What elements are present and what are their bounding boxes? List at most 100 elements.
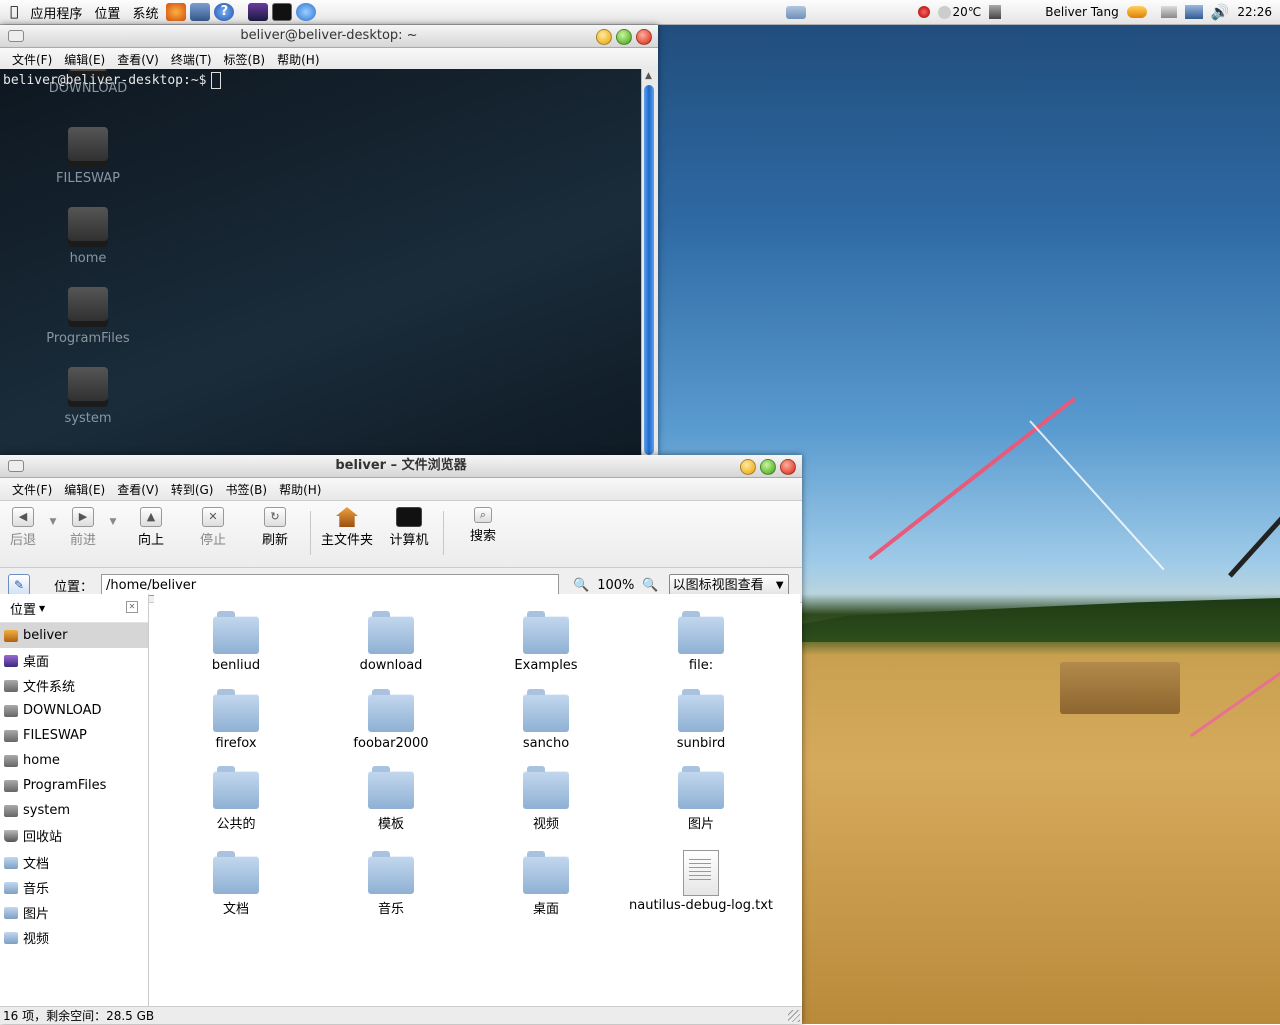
close-button[interactable] [636,29,652,45]
menu-view[interactable]: 查看(V) [117,51,159,68]
file-item[interactable]: 视频 [476,766,616,832]
file-item[interactable]: 文档 [166,851,306,917]
file-item[interactable]: firefox [166,689,306,751]
maximize-button[interactable] [760,459,776,475]
menu-tabs[interactable]: 标签(B) [224,51,266,68]
view-mode-select[interactable]: 以图标视图查看 ▼ [668,574,789,596]
panel-menu-applications[interactable]: 应用程序 [30,3,82,22]
menu-edit[interactable]: 编辑(E) [64,51,105,68]
sidebar-item-pictures[interactable]: 图片 [0,900,148,925]
window-menu-icon[interactable] [8,30,24,42]
home-folder-button[interactable]: 主文件夹 [315,501,379,548]
back-history-dropdown[interactable]: ▼ [46,501,60,527]
close-sidebar-icon[interactable]: ✕ [126,601,138,613]
firefox-launcher-icon[interactable] [166,3,187,21]
terminal-output[interactable]: DOWNLOAD FILESWAP home ProgramFiles syst… [0,69,642,455]
file-item[interactable]: 图片 [631,766,771,832]
menu-go[interactable]: 转到(G) [171,481,214,498]
resize-grip-icon[interactable] [788,1010,800,1022]
desktop-icon-programfiles[interactable]: ProgramFiles [38,287,138,346]
folder-applet-icon[interactable] [786,5,807,19]
file-browser-titlebar[interactable]: beliver – 文件浏览器 [0,455,802,478]
file-icon-view[interactable]: benliud download Examples file: firefox … [154,594,800,1006]
menu-view[interactable]: 查看(V) [117,481,159,498]
up-button[interactable]: ▲ 向上 [120,501,182,548]
sidebar-item-system[interactable]: system [0,798,148,823]
file-item[interactable]: 模板 [321,766,461,832]
file-item[interactable]: download [321,611,461,673]
computer-button[interactable]: 计算机 [379,501,439,548]
sidebar-item-filesystem[interactable]: 文件系统 [0,673,148,698]
panel-menu-system[interactable]: 系统 [132,3,158,22]
update-icon[interactable] [1126,6,1147,18]
sidebar-item-home[interactable]: home [0,748,148,773]
menu-bookmarks[interactable]: 书签(B) [225,481,267,498]
sidebar-item-programfiles[interactable]: ProgramFiles [0,773,148,798]
folder-icon [523,766,569,809]
file-item[interactable]: sunbird [631,689,771,751]
sidebar-item-music[interactable]: 音乐 [0,875,148,900]
volume-icon[interactable]: 🔊 [1211,3,1230,21]
panel-menu-places[interactable]: 位置 [94,3,120,22]
menu-help[interactable]: 帮助(H) [279,481,321,498]
menu-help[interactable]: 帮助(H) [277,51,319,68]
network-icon[interactable] [1184,5,1203,19]
forward-button[interactable]: ▶ 前进 [60,501,106,548]
sidebar-item-beliver[interactable]: beliver [0,623,148,648]
sidebar-item-fileswap[interactable]: FILESWAP [0,723,148,748]
screen-launcher-icon[interactable] [248,3,269,21]
minimize-button[interactable] [596,29,612,45]
apple-logo-icon[interactable]:  [10,4,18,20]
file-item[interactable]: 公共的 [166,766,306,832]
sidebar-header[interactable]: 位置 ▼ ✕ [0,594,148,623]
maximize-button[interactable] [616,29,632,45]
sidebar-item-videos[interactable]: 视频 [0,925,148,950]
toggle-location-mode-icon[interactable]: ✎ [8,574,30,596]
search-button[interactable]: ⌕ 搜索 [448,501,518,544]
sidebar-item-download[interactable]: DOWNLOAD [0,698,148,723]
terminal-scrollbar[interactable]: ▲ [641,69,658,455]
location-input[interactable]: /home/beliver [101,574,560,596]
close-button[interactable] [780,459,796,475]
refresh-button[interactable]: ↻ 刷新 [244,501,306,548]
file-item[interactable]: Examples [476,611,616,673]
desktop-icon-fileswap[interactable]: FILESWAP [38,127,138,186]
file-item[interactable]: 音乐 [321,851,461,917]
file-item[interactable]: foobar2000 [321,689,461,751]
help-launcher-icon[interactable]: ? [214,3,235,21]
zoom-level[interactable]: 100% [597,578,634,593]
record-icon[interactable] [917,6,930,18]
clock[interactable]: 22:26 [1237,5,1272,19]
file-item[interactable]: file: [631,611,771,673]
window-menu-icon[interactable] [8,460,24,472]
menu-edit[interactable]: 编辑(E) [64,481,105,498]
menu-file[interactable]: 文件(F) [12,481,52,498]
desktop-icon-home[interactable]: home [38,207,138,266]
scrollbar-thumb[interactable] [644,85,654,455]
minimize-button[interactable] [740,459,756,475]
file-item[interactable]: nautilus-debug-log.txt [621,850,781,913]
forward-history-dropdown[interactable]: ▼ [106,501,120,527]
terminal-titlebar[interactable]: beliver@beliver-desktop: ~ [0,25,658,48]
back-button[interactable]: ◀ 后退 [0,501,46,548]
sidebar-item-desktop[interactable]: 桌面 [0,648,148,673]
zoom-in-icon[interactable]: 🔍 [642,578,658,593]
desktop-icon-system[interactable]: system [38,367,138,426]
terminal-launcher-icon[interactable] [272,3,293,21]
user-name[interactable]: Beliver Tang [1045,5,1118,19]
temperature[interactable]: 20℃ [953,5,982,19]
menu-file[interactable]: 文件(F) [12,51,52,68]
sidebar-item-documents[interactable]: 文档 [0,850,148,875]
printer-icon[interactable] [1160,6,1177,18]
scroll-up-icon[interactable]: ▲ [645,71,652,81]
mail-launcher-icon[interactable] [190,3,211,21]
file-item[interactable]: benliud [166,611,306,673]
file-item[interactable]: 桌面 [476,851,616,917]
zoom-out-icon[interactable]: 🔍 [573,578,589,593]
sidebar-item-trash[interactable]: 回收站 [0,823,148,848]
file-item[interactable]: sancho [476,689,616,751]
trash-applet-icon[interactable] [989,5,1002,19]
stop-button[interactable]: ✕ 停止 [182,501,244,548]
menu-terminal[interactable]: 终端(T) [171,51,212,68]
chat-launcher-icon[interactable] [296,3,317,21]
